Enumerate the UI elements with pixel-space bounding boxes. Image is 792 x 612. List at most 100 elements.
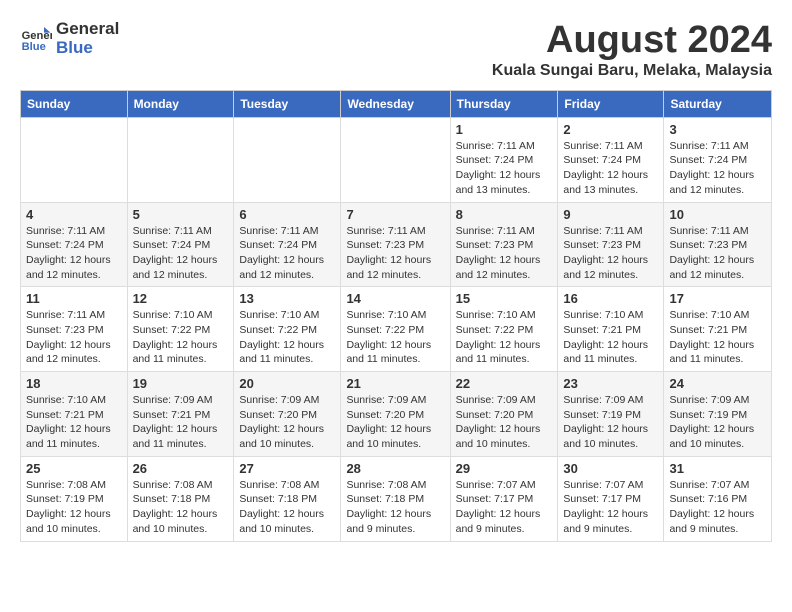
day-number: 19: [133, 376, 229, 391]
day-cell: 9 Sunrise: 7:11 AM Sunset: 7:23 PM Daylig…: [558, 202, 664, 287]
day-info: Sunrise: 7:07 AM Sunset: 7:16 PM Dayligh…: [669, 478, 766, 537]
day-cell: 6 Sunrise: 7:11 AM Sunset: 7:24 PM Daylig…: [234, 202, 341, 287]
day-number: 18: [26, 376, 122, 391]
day-number: 9: [563, 207, 658, 222]
day-number: 29: [456, 461, 553, 476]
day-info: Sunrise: 7:10 AM Sunset: 7:21 PM Dayligh…: [563, 308, 658, 367]
day-number: 2: [563, 122, 658, 137]
day-number: 22: [456, 376, 553, 391]
header-friday: Friday: [558, 90, 664, 117]
day-info: Sunrise: 7:11 AM Sunset: 7:23 PM Dayligh…: [346, 224, 444, 283]
day-number: 6: [239, 207, 335, 222]
day-cell: 10 Sunrise: 7:11 AM Sunset: 7:23 PM Dayli…: [664, 202, 772, 287]
day-number: 8: [456, 207, 553, 222]
day-number: 11: [26, 291, 122, 306]
day-cell: 12 Sunrise: 7:10 AM Sunset: 7:22 PM Dayli…: [127, 287, 234, 372]
day-cell: 19 Sunrise: 7:09 AM Sunset: 7:21 PM Dayli…: [127, 372, 234, 457]
day-info: Sunrise: 7:10 AM Sunset: 7:22 PM Dayligh…: [239, 308, 335, 367]
page-title: August 2024: [492, 20, 772, 62]
day-cell: 27 Sunrise: 7:08 AM Sunset: 7:18 PM Dayli…: [234, 456, 341, 541]
day-cell: 3 Sunrise: 7:11 AM Sunset: 7:24 PM Daylig…: [664, 117, 772, 202]
day-cell: [341, 117, 450, 202]
header-saturday: Saturday: [664, 90, 772, 117]
title-block: August 2024 Kuala Sungai Baru, Melaka, M…: [492, 20, 772, 80]
day-info: Sunrise: 7:09 AM Sunset: 7:20 PM Dayligh…: [239, 393, 335, 452]
logo-blue: Blue: [56, 39, 119, 58]
day-number: 14: [346, 291, 444, 306]
svg-text:Blue: Blue: [22, 41, 46, 53]
day-cell: 13Sunrise: 7:10 AM Sunset: 7:22 PM Dayli…: [234, 287, 341, 372]
day-cell: 21Sunrise: 7:09 AM Sunset: 7:20 PM Dayli…: [341, 372, 450, 457]
header-row: SundayMondayTuesdayWednesdayThursdayFrid…: [21, 90, 772, 117]
header-monday: Monday: [127, 90, 234, 117]
day-cell: 22 Sunrise: 7:09 AM Sunset: 7:20 PM Dayli…: [450, 372, 558, 457]
day-info: Sunrise: 7:11 AM Sunset: 7:24 PM Dayligh…: [26, 224, 122, 283]
day-number: 20: [239, 376, 335, 391]
day-cell: 2Sunrise: 7:11 AM Sunset: 7:24 PM Daylig…: [558, 117, 664, 202]
day-info: Sunrise: 7:10 AM Sunset: 7:22 PM Dayligh…: [456, 308, 553, 367]
day-number: 3: [669, 122, 766, 137]
day-info: Sunrise: 7:08 AM Sunset: 7:18 PM Dayligh…: [346, 478, 444, 537]
day-number: 16: [563, 291, 658, 306]
day-number: 30: [563, 461, 658, 476]
day-info: Sunrise: 7:11 AM Sunset: 7:24 PM Dayligh…: [456, 139, 553, 198]
day-info: Sunrise: 7:11 AM Sunset: 7:24 PM Dayligh…: [133, 224, 229, 283]
day-info: Sunrise: 7:09 AM Sunset: 7:19 PM Dayligh…: [563, 393, 658, 452]
day-cell: 30 Sunrise: 7:07 AM Sunset: 7:17 PM Dayli…: [558, 456, 664, 541]
day-info: Sunrise: 7:10 AM Sunset: 7:21 PM Dayligh…: [26, 393, 122, 452]
day-number: 25: [26, 461, 122, 476]
day-cell: 25Sunrise: 7:08 AM Sunset: 7:19 PM Dayli…: [21, 456, 128, 541]
day-cell: [127, 117, 234, 202]
calendar-header: SundayMondayTuesdayWednesdayThursdayFrid…: [21, 90, 772, 117]
page-header: General Blue General Blue August 2024 Ku…: [20, 20, 772, 80]
day-info: Sunrise: 7:11 AM Sunset: 7:23 PM Dayligh…: [563, 224, 658, 283]
day-cell: 28 Sunrise: 7:08 AM Sunset: 7:18 PM Dayli…: [341, 456, 450, 541]
day-info: Sunrise: 7:11 AM Sunset: 7:23 PM Dayligh…: [669, 224, 766, 283]
day-number: 10: [669, 207, 766, 222]
day-number: 12: [133, 291, 229, 306]
logo-general: General: [56, 20, 119, 39]
day-cell: 7Sunrise: 7:11 AM Sunset: 7:23 PM Daylig…: [341, 202, 450, 287]
day-number: 15: [456, 291, 553, 306]
logo-icon: General Blue: [20, 23, 52, 55]
day-info: Sunrise: 7:09 AM Sunset: 7:21 PM Dayligh…: [133, 393, 229, 452]
day-cell: 15 Sunrise: 7:10 AM Sunset: 7:22 PM Dayli…: [450, 287, 558, 372]
day-info: Sunrise: 7:11 AM Sunset: 7:24 PM Dayligh…: [669, 139, 766, 198]
day-number: 31: [669, 461, 766, 476]
day-cell: 11 Sunrise: 7:11 AM Sunset: 7:23 PM Dayli…: [21, 287, 128, 372]
day-cell: 16 Sunrise: 7:10 AM Sunset: 7:21 PM Dayli…: [558, 287, 664, 372]
day-info: Sunrise: 7:08 AM Sunset: 7:18 PM Dayligh…: [239, 478, 335, 537]
week-row-3: 18 Sunrise: 7:10 AM Sunset: 7:21 PM Dayli…: [21, 372, 772, 457]
day-info: Sunrise: 7:10 AM Sunset: 7:22 PM Dayligh…: [133, 308, 229, 367]
week-row-2: 11 Sunrise: 7:11 AM Sunset: 7:23 PM Dayli…: [21, 287, 772, 372]
day-cell: 26Sunrise: 7:08 AM Sunset: 7:18 PM Dayli…: [127, 456, 234, 541]
day-number: 28: [346, 461, 444, 476]
day-info: Sunrise: 7:09 AM Sunset: 7:19 PM Dayligh…: [669, 393, 766, 452]
page-subtitle: Kuala Sungai Baru, Melaka, Malaysia: [492, 62, 772, 80]
day-cell: 1 Sunrise: 7:11 AM Sunset: 7:24 PM Daylig…: [450, 117, 558, 202]
day-cell: 5Sunrise: 7:11 AM Sunset: 7:24 PM Daylig…: [127, 202, 234, 287]
logo: General Blue General Blue: [20, 20, 119, 57]
day-info: Sunrise: 7:10 AM Sunset: 7:21 PM Dayligh…: [669, 308, 766, 367]
header-wednesday: Wednesday: [341, 90, 450, 117]
day-cell: 17 Sunrise: 7:10 AM Sunset: 7:21 PM Dayli…: [664, 287, 772, 372]
day-cell: 31 Sunrise: 7:07 AM Sunset: 7:16 PM Dayli…: [664, 456, 772, 541]
day-info: Sunrise: 7:09 AM Sunset: 7:20 PM Dayligh…: [346, 393, 444, 452]
day-number: 26: [133, 461, 229, 476]
day-number: 17: [669, 291, 766, 306]
day-cell: 8 Sunrise: 7:11 AM Sunset: 7:23 PM Daylig…: [450, 202, 558, 287]
week-row-0: 1 Sunrise: 7:11 AM Sunset: 7:24 PM Daylig…: [21, 117, 772, 202]
day-info: Sunrise: 7:11 AM Sunset: 7:23 PM Dayligh…: [26, 308, 122, 367]
calendar-table: SundayMondayTuesdayWednesdayThursdayFrid…: [20, 90, 772, 542]
day-info: Sunrise: 7:10 AM Sunset: 7:22 PM Dayligh…: [346, 308, 444, 367]
day-number: 4: [26, 207, 122, 222]
day-cell: [21, 117, 128, 202]
day-info: Sunrise: 7:11 AM Sunset: 7:23 PM Dayligh…: [456, 224, 553, 283]
header-tuesday: Tuesday: [234, 90, 341, 117]
day-cell: 14 Sunrise: 7:10 AM Sunset: 7:22 PM Dayli…: [341, 287, 450, 372]
day-number: 27: [239, 461, 335, 476]
day-info: Sunrise: 7:09 AM Sunset: 7:20 PM Dayligh…: [456, 393, 553, 452]
day-number: 1: [456, 122, 553, 137]
day-info: Sunrise: 7:07 AM Sunset: 7:17 PM Dayligh…: [563, 478, 658, 537]
day-info: Sunrise: 7:11 AM Sunset: 7:24 PM Dayligh…: [239, 224, 335, 283]
